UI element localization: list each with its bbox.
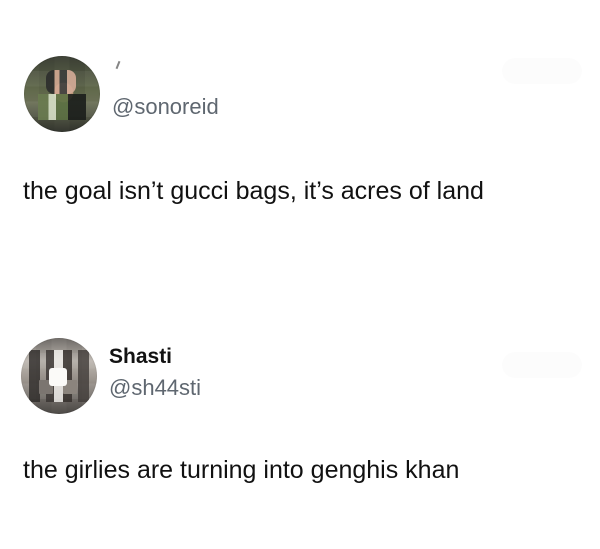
post-shasti: Shasti @sh44sti the girlies are turning … (0, 300, 600, 549)
post-text: the girlies are turning into genghis kha… (23, 456, 460, 484)
follow-button[interactable] (502, 352, 582, 378)
follow-button[interactable] (502, 58, 582, 84)
avatar[interactable] (21, 338, 97, 414)
decorative-mark (115, 60, 121, 70)
display-name[interactable]: Shasti (109, 346, 172, 367)
post-sonoreid: @sonoreid the goal isn’t gucci bags, it’… (0, 0, 600, 270)
username-handle[interactable]: @sh44sti (109, 377, 201, 399)
avatar[interactable] (24, 56, 100, 132)
post-text: the goal isn’t gucci bags, it’s acres of… (23, 177, 484, 205)
username-handle[interactable]: @sonoreid (112, 96, 219, 118)
